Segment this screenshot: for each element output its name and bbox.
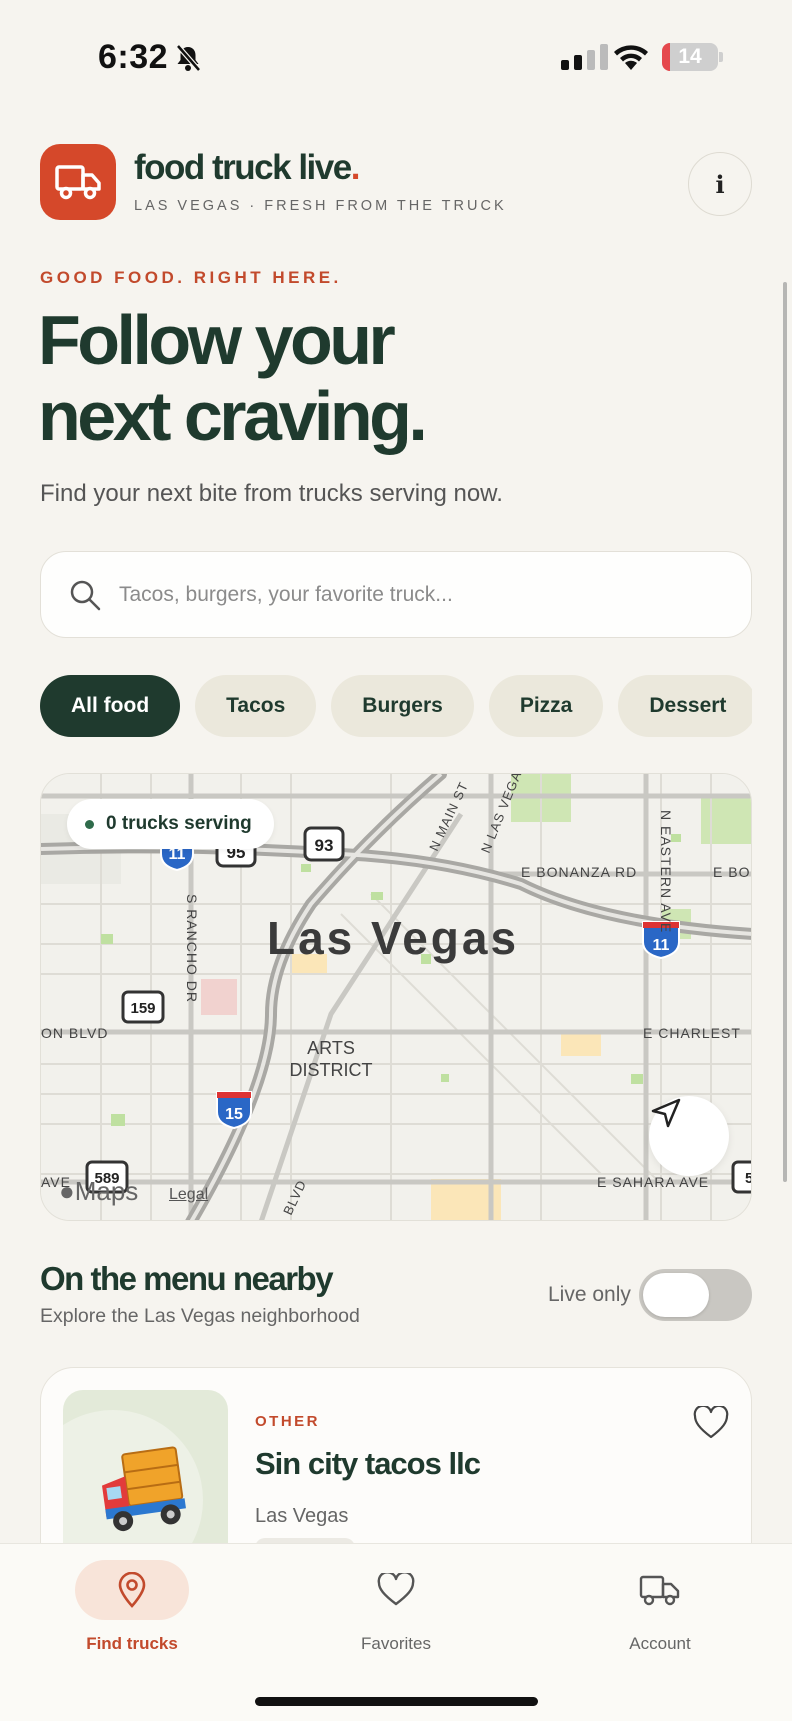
info-button[interactable]: i <box>688 152 752 216</box>
truck-name[interactable]: Sin city tacos llc <box>255 1446 481 1482</box>
locate-me-button[interactable] <box>649 1096 729 1176</box>
location-pin-icon <box>118 1572 146 1608</box>
favorite-heart-icon[interactable] <box>693 1406 729 1440</box>
status-time: 6:32 <box>98 38 169 76</box>
battery-cap <box>719 52 723 62</box>
tab-find-trucks[interactable]: Find trucks <box>32 1544 232 1664</box>
truck-location: Las Vegas <box>255 1505 349 1527</box>
truck-category: OTHER <box>255 1413 320 1430</box>
filter-chip-pizza[interactable]: Pizza <box>488 675 604 737</box>
heart-icon <box>377 1573 415 1606</box>
bell-muted-icon <box>176 44 201 72</box>
street-label-bonanza-edge: E BO <box>713 864 750 880</box>
hero-title: Follow your next craving. <box>38 301 428 455</box>
tab-find-trucks-pill <box>75 1560 189 1620</box>
cellular-signal-icon <box>561 44 608 70</box>
street-label-bonanza: E BONANZA RD <box>521 864 637 880</box>
scroll-indicator <box>783 282 787 1182</box>
street-label-charleston: E CHARLEST <box>643 1025 741 1041</box>
search-input[interactable] <box>119 582 719 607</box>
map-city-label: Las Vegas <box>267 912 519 964</box>
home-indicator <box>255 1697 538 1706</box>
section-subtitle: Explore the Las Vegas neighborhood <box>40 1305 360 1327</box>
hero-eyebrow: GOOD FOOD. RIGHT HERE. <box>40 268 342 287</box>
tab-favorites-pill <box>339 1560 453 1620</box>
filter-chip-burgers[interactable]: Burgers <box>331 675 474 737</box>
tab-account[interactable]: Account <box>560 1544 760 1664</box>
section-title: On the menu nearby <box>40 1260 334 1297</box>
brand-name: food truck live. <box>134 148 360 187</box>
filter-chips: All food Tacos Burgers Pizza Dessert <box>40 675 752 737</box>
app-logo <box>40 144 116 220</box>
i11-shield-east-label: 11 <box>653 937 670 954</box>
brand-tagline: LAS VEGAS · FRESH FROM THE TRUCK <box>134 198 507 214</box>
live-dot <box>85 819 94 829</box>
i15-shield-label: 15 <box>225 1106 243 1123</box>
hero-subtitle: Find your next bite from trucks serving … <box>40 480 503 507</box>
filter-chip-tacos[interactable]: Tacos <box>195 675 317 737</box>
location-arrow-icon <box>651 1098 681 1128</box>
battery-level: 14 <box>678 45 702 68</box>
street-label-charleston-west: ON BLVD <box>41 1025 108 1041</box>
bottom-tab-bar: Find trucks Favorites Account <box>0 1543 792 1721</box>
street-label-rancho: S RANCHO DR <box>184 894 200 1003</box>
truck-icon <box>639 1575 680 1606</box>
map-district-label: ARTS <box>307 1038 355 1058</box>
truck-icon <box>55 165 101 200</box>
battery-icon: 14 <box>662 43 718 71</box>
edge-shield-label: 5 <box>745 1170 752 1187</box>
search-icon <box>70 580 101 610</box>
us93-shield-label: 93 <box>315 836 334 855</box>
legal-link[interactable]: Legal <box>169 1186 208 1204</box>
trucks-serving-badge: 0 trucks serving <box>67 799 274 849</box>
sr159-shield-label: 159 <box>130 1000 155 1017</box>
maps-attribution: ●Maps <box>59 1176 139 1206</box>
filter-chip-dessert[interactable]: Dessert <box>618 675 752 737</box>
apple-logo-icon: ● <box>59 1176 75 1206</box>
toggle-knob <box>643 1273 709 1317</box>
live-only-label: Live only <box>548 1283 631 1306</box>
search-bar[interactable] <box>40 551 752 638</box>
street-label-sahara: E SAHARA AVE <box>597 1174 709 1190</box>
filter-chip-all-food[interactable]: All food <box>40 675 181 737</box>
map-district-label-2: DISTRICT <box>290 1060 373 1080</box>
live-only-toggle[interactable] <box>639 1269 752 1321</box>
wifi-icon <box>614 45 648 70</box>
street-label-eastern: N EASTERN AVE <box>658 810 674 933</box>
tab-account-pill <box>603 1560 717 1620</box>
status-bar: 6:32 14 <box>0 0 792 110</box>
tab-favorites[interactable]: Favorites <box>296 1544 496 1664</box>
map-view[interactable]: 11 95 93 11 159 15 589 5 Las Vegas ARTS … <box>40 773 752 1221</box>
